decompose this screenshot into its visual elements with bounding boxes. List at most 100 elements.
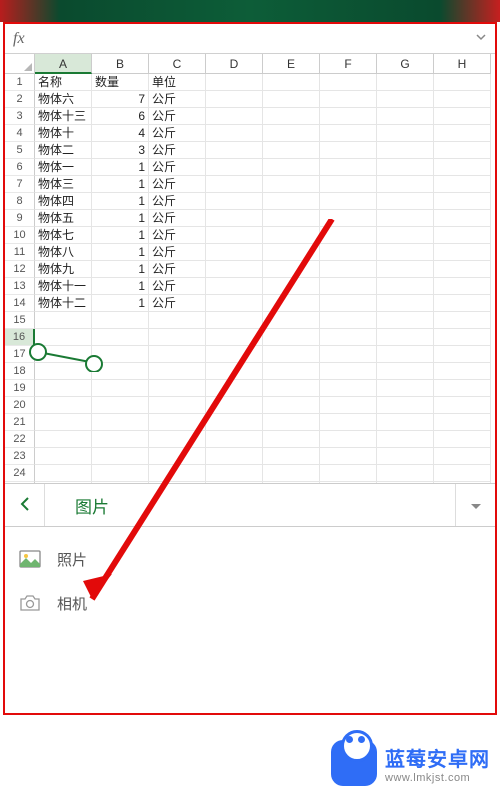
cell[interactable] bbox=[149, 397, 206, 414]
table-row[interactable]: 24 bbox=[5, 465, 495, 482]
cell[interactable] bbox=[434, 210, 491, 227]
cell[interactable] bbox=[377, 244, 434, 261]
cell[interactable] bbox=[320, 397, 377, 414]
cell[interactable] bbox=[149, 448, 206, 465]
cell[interactable]: 6 bbox=[92, 108, 149, 125]
cell[interactable] bbox=[206, 108, 263, 125]
col-header-D[interactable]: D bbox=[206, 54, 263, 74]
cell[interactable] bbox=[320, 193, 377, 210]
cell[interactable] bbox=[320, 380, 377, 397]
panel-item-camera[interactable]: 相机 bbox=[5, 581, 495, 625]
cell[interactable] bbox=[206, 431, 263, 448]
cell[interactable] bbox=[320, 414, 377, 431]
cell[interactable]: 物体十三 bbox=[35, 108, 92, 125]
cell[interactable] bbox=[263, 193, 320, 210]
cell[interactable] bbox=[149, 380, 206, 397]
row-header[interactable]: 20 bbox=[5, 397, 35, 414]
cell[interactable] bbox=[35, 448, 92, 465]
fx-icon[interactable]: fx bbox=[13, 30, 25, 48]
row-header[interactable]: 11 bbox=[5, 244, 35, 261]
row-header[interactable]: 3 bbox=[5, 108, 35, 125]
spreadsheet-grid[interactable]: 1名称数量单位2物体六7公斤3物体十三6公斤4物体十4公斤5物体二3公斤6物体一… bbox=[5, 74, 495, 516]
cell[interactable] bbox=[377, 193, 434, 210]
cell[interactable] bbox=[434, 244, 491, 261]
formula-input[interactable] bbox=[35, 24, 475, 53]
cell[interactable] bbox=[35, 329, 92, 346]
cell[interactable] bbox=[434, 227, 491, 244]
cell[interactable] bbox=[377, 74, 434, 91]
cell[interactable] bbox=[377, 125, 434, 142]
cell[interactable]: 物体十一 bbox=[35, 278, 92, 295]
cell[interactable]: 物体十二 bbox=[35, 295, 92, 312]
cell[interactable] bbox=[263, 227, 320, 244]
cell[interactable] bbox=[149, 414, 206, 431]
cell[interactable] bbox=[92, 329, 149, 346]
table-row[interactable]: 1名称数量单位 bbox=[5, 74, 495, 91]
table-row[interactable]: 22 bbox=[5, 431, 495, 448]
cell[interactable] bbox=[434, 176, 491, 193]
row-header[interactable]: 7 bbox=[5, 176, 35, 193]
cell[interactable] bbox=[206, 125, 263, 142]
cell[interactable] bbox=[263, 159, 320, 176]
cell[interactable]: 1 bbox=[92, 176, 149, 193]
cell[interactable] bbox=[92, 448, 149, 465]
cell[interactable]: 1 bbox=[92, 295, 149, 312]
cell[interactable]: 1 bbox=[92, 193, 149, 210]
cell[interactable] bbox=[434, 414, 491, 431]
row-header[interactable]: 14 bbox=[5, 295, 35, 312]
row-header[interactable]: 24 bbox=[5, 465, 35, 482]
select-all-corner[interactable] bbox=[5, 54, 35, 74]
cell[interactable]: 单位 bbox=[149, 74, 206, 91]
cell[interactable] bbox=[434, 108, 491, 125]
cell[interactable] bbox=[206, 278, 263, 295]
cell[interactable] bbox=[263, 91, 320, 108]
cell[interactable]: 物体七 bbox=[35, 227, 92, 244]
cell[interactable] bbox=[434, 295, 491, 312]
table-row[interactable]: 14物体十二1公斤 bbox=[5, 295, 495, 312]
table-row[interactable]: 8物体四1公斤 bbox=[5, 193, 495, 210]
cell[interactable] bbox=[206, 346, 263, 363]
cell[interactable] bbox=[263, 278, 320, 295]
col-header-A[interactable]: A bbox=[35, 54, 92, 74]
cell[interactable] bbox=[434, 74, 491, 91]
row-header[interactable]: 6 bbox=[5, 159, 35, 176]
cell[interactable]: 物体八 bbox=[35, 244, 92, 261]
table-row[interactable]: 17 bbox=[5, 346, 495, 363]
cell[interactable] bbox=[320, 159, 377, 176]
cell[interactable] bbox=[206, 176, 263, 193]
cell[interactable] bbox=[206, 261, 263, 278]
cell[interactable] bbox=[92, 380, 149, 397]
cell[interactable] bbox=[263, 142, 320, 159]
cell[interactable] bbox=[206, 193, 263, 210]
cell[interactable] bbox=[434, 346, 491, 363]
table-row[interactable]: 3物体十三6公斤 bbox=[5, 108, 495, 125]
cell[interactable] bbox=[206, 159, 263, 176]
cell[interactable] bbox=[320, 91, 377, 108]
table-row[interactable]: 11物体八1公斤 bbox=[5, 244, 495, 261]
col-header-E[interactable]: E bbox=[263, 54, 320, 74]
cell[interactable]: 物体一 bbox=[35, 159, 92, 176]
row-header[interactable]: 17 bbox=[5, 346, 35, 363]
cell[interactable] bbox=[434, 363, 491, 380]
cell[interactable] bbox=[434, 380, 491, 397]
cell[interactable] bbox=[377, 346, 434, 363]
cell[interactable]: 物体五 bbox=[35, 210, 92, 227]
cell[interactable] bbox=[377, 261, 434, 278]
cell[interactable] bbox=[377, 431, 434, 448]
cell[interactable]: 物体三 bbox=[35, 176, 92, 193]
table-row[interactable]: 23 bbox=[5, 448, 495, 465]
cell[interactable]: 公斤 bbox=[149, 176, 206, 193]
cell[interactable] bbox=[434, 448, 491, 465]
cell[interactable] bbox=[149, 363, 206, 380]
table-row[interactable]: 10物体七1公斤 bbox=[5, 227, 495, 244]
table-row[interactable]: 15 bbox=[5, 312, 495, 329]
cell[interactable] bbox=[149, 431, 206, 448]
cell[interactable] bbox=[263, 465, 320, 482]
cell[interactable] bbox=[263, 363, 320, 380]
table-row[interactable]: 20 bbox=[5, 397, 495, 414]
cell[interactable]: 公斤 bbox=[149, 125, 206, 142]
cell[interactable] bbox=[377, 210, 434, 227]
cell[interactable] bbox=[320, 261, 377, 278]
cell[interactable] bbox=[320, 329, 377, 346]
cell[interactable] bbox=[206, 74, 263, 91]
